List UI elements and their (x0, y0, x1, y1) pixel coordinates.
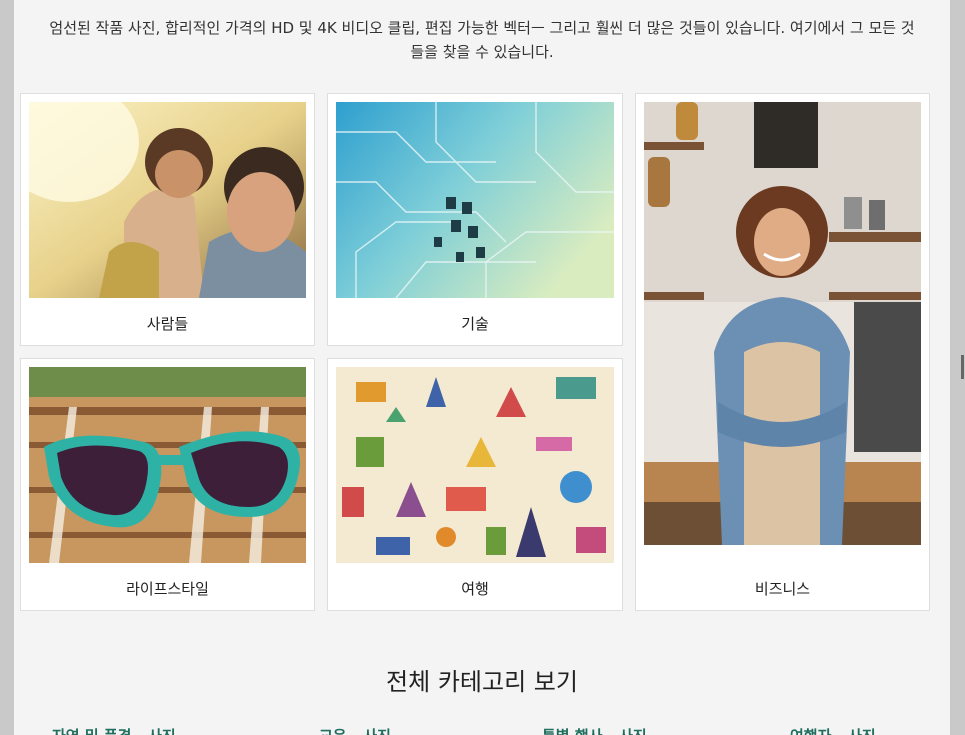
category-card-technology[interactable]: 기술 (327, 93, 623, 346)
category-label-people: 사람들 (146, 315, 189, 333)
sunglasses-photo (29, 367, 306, 563)
category-link-special-events[interactable]: 특별 행사 - 사진 (542, 725, 647, 735)
category-card-lifestyle[interactable]: 라이프스타일 (20, 358, 315, 611)
content-panel: 엄선된 작품 사진, 합리적인 가격의 HD 및 4K 비디오 클립, 편집 가… (14, 0, 950, 735)
people-photo (29, 102, 306, 298)
intro-line-1: 엄선된 작품 사진, 합리적인 가격의 HD 및 4K 비디오 클립, 편집 가… (49, 19, 915, 37)
category-label-business: 비즈니스 (754, 580, 811, 598)
category-card-travel[interactable]: 여행 (327, 358, 623, 611)
travel-illustration (336, 367, 614, 563)
intro-line-2: 들을 찾을 수 있습니다. (410, 43, 554, 61)
category-link-nature[interactable]: 자연 및 풍경 - 사진 (52, 725, 176, 735)
category-link-travelers[interactable]: 여행자 - 사진 (790, 725, 876, 735)
category-label-technology: 기술 (461, 315, 489, 333)
category-link-education[interactable]: 교육 - 사진 (319, 725, 391, 735)
intro-text: 엄선된 작품 사진, 합리적인 가격의 HD 및 4K 비디오 클립, 편집 가… (14, 16, 950, 64)
category-card-people[interactable]: 사람들 (20, 93, 315, 346)
category-label-travel: 여행 (461, 580, 489, 598)
category-card-business[interactable]: 비즈니스 (635, 93, 930, 611)
circuit-board-photo (336, 102, 614, 298)
category-label-lifestyle: 라이프스타일 (126, 580, 209, 598)
business-photo (644, 102, 921, 545)
scrollbar-thumb[interactable] (961, 355, 964, 379)
all-categories-heading: 전체 카테고리 보기 (386, 668, 578, 696)
